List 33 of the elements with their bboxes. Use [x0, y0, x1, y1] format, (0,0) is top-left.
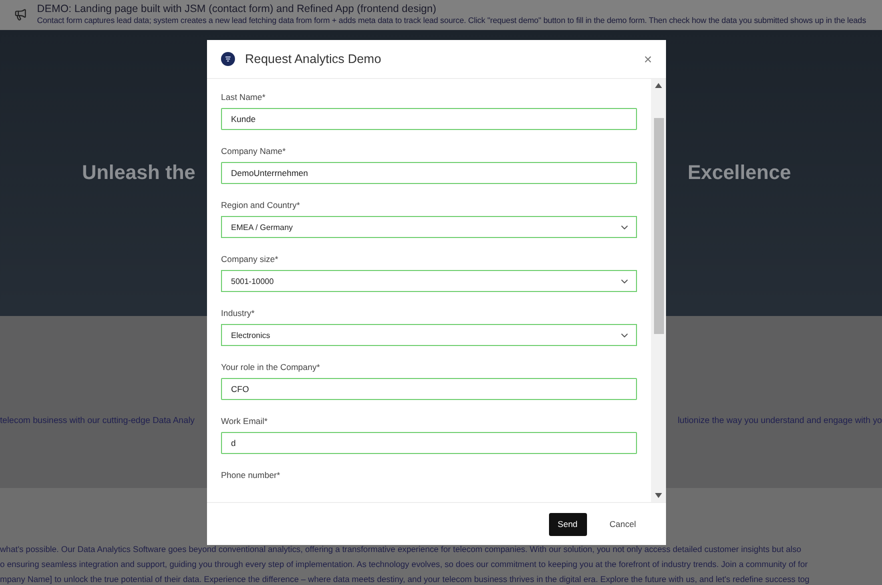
banner-text: Contact form captures lead data; system creates a new lead fetching data from form + adds meta data to track lead source. Click "request demo" button to fill in the demo form. Then check how the data you submitted shows up in the leads — [37, 15, 866, 26]
banner-title: DEMO: Landing page built with JSM (contact form) and Refined App (frontend design) — [37, 3, 438, 16]
intro-text: telecom business with our cutting-edge Data Analy — [0, 415, 195, 426]
scroll-up-icon[interactable] — [655, 83, 662, 88]
field-label: Region and Country* — [221, 200, 301, 210]
close-button[interactable]: × — [644, 51, 652, 67]
intro-text: lutionize the way you understand and engage with yo — [678, 415, 882, 426]
body-paragraph-line: what's possible. Our Data Analytics Software goes beyond conventional analytics, offering a transformative experience for telecom companies. With our solution, you not only access detailed customer insights but also — [0, 544, 802, 555]
dropdown-field[interactable]: 5001-10000 — [221, 270, 637, 292]
input-field[interactable]: DemoUnterrnehmen — [221, 162, 637, 184]
scroll-down-icon[interactable] — [655, 493, 662, 498]
cancel-button[interactable]: Cancel — [600, 512, 645, 536]
field-label: Last Name* — [221, 92, 266, 102]
field-label: Company Name* — [221, 146, 287, 156]
input-field[interactable]: d — [221, 432, 637, 454]
scrollbar[interactable] — [651, 79, 666, 502]
body-paragraph-line: mpany Name] to unlock the true potential of their data. Experience the difference – where data meets destiny, and your telecom business thrives in the digital era. Explore the future with us, and let's redefine success tog — [0, 574, 810, 585]
field-label: Company size* — [221, 254, 280, 264]
dropdown-field[interactable]: EMEA / Germany — [221, 216, 637, 238]
dropdown-field[interactable]: Electronics — [221, 324, 637, 346]
input-field[interactable]: Kunde — [221, 108, 637, 130]
body-paragraph-line: o ensuring seamless integration and support, guiding you through every step of implementation. As technology evolves, so does our commitment to keeping you at the forefront of industry trends. Join a community of for — [0, 559, 809, 570]
megaphone-icon — [14, 8, 27, 22]
logo-icon — [221, 52, 235, 66]
dialog-title: Request Analytics Demo — [245, 52, 382, 66]
hero-heading: Excellence — [688, 162, 791, 185]
field-label: Your role in the Company* — [221, 362, 321, 372]
input-field[interactable]: CFO — [221, 378, 637, 400]
send-button[interactable]: Send — [548, 512, 587, 536]
field-label: Work Email* — [221, 416, 269, 426]
field-label: Phone number* — [221, 470, 282, 480]
hero-heading: Unleash the — [82, 162, 196, 185]
field-label: Industry* — [221, 308, 256, 318]
